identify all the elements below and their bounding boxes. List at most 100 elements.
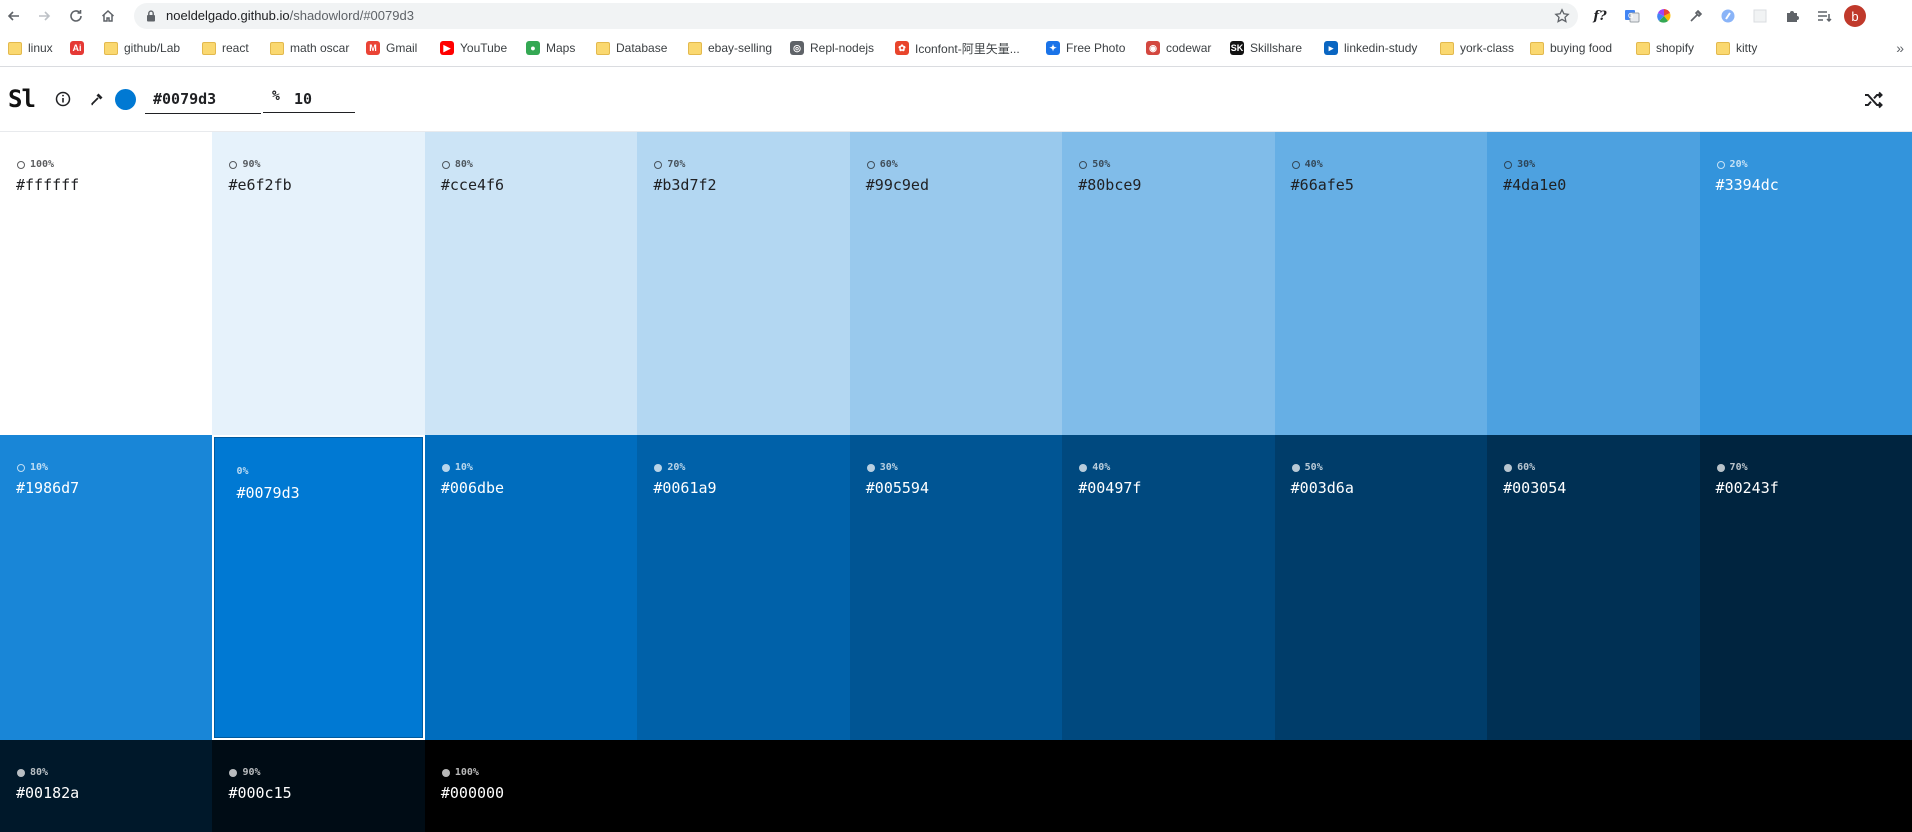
tint-cell[interactable]: 70% #b3d7f2	[637, 132, 850, 435]
shuffle-icon[interactable]	[1862, 89, 1884, 111]
percent-label: 20%	[654, 462, 685, 473]
tint-cell[interactable]: 50% #80bce9	[1062, 132, 1275, 435]
percent-value: 30%	[879, 462, 898, 473]
address-bar[interactable]: noeldelgado.github.io/shadowlord/#0079d3	[134, 3, 1578, 29]
bookmark-item[interactable]: linux	[8, 39, 53, 57]
percent-value: 90%	[242, 767, 261, 778]
hex-value[interactable]: #4da1e0	[1503, 176, 1566, 194]
profile-avatar[interactable]: b	[1844, 5, 1866, 27]
shade-cell[interactable]: 30% #005594	[849, 435, 1063, 740]
bookmark-item[interactable]: SK Skillshare	[1230, 39, 1302, 57]
tint-dot-icon	[1291, 160, 1300, 169]
hex-value[interactable]: #3394dc	[1716, 176, 1779, 194]
hex-value[interactable]: #1986d7	[16, 479, 79, 497]
bookmark-item[interactable]: ● Maps	[526, 39, 575, 57]
puzzle-icon[interactable]	[1780, 4, 1804, 28]
percent-label: 0%	[236, 466, 248, 477]
hex-value[interactable]: #00497f	[1078, 479, 1141, 497]
tint-cell[interactable]: 90% #e6f2fb	[212, 132, 425, 435]
shade-cell[interactable]: 20% #0061a9	[637, 435, 850, 740]
shade-cell[interactable]: 40% #00497f	[1062, 435, 1275, 740]
base-color-cell[interactable]: 0% #0079d3	[212, 435, 425, 740]
star-icon[interactable]	[1554, 8, 1570, 24]
hex-value[interactable]: #000c15	[228, 784, 291, 802]
percent-value: 70%	[1729, 462, 1748, 473]
bookmark-item[interactable]: ▶ YouTube	[440, 39, 507, 57]
tint-dot-icon	[229, 160, 238, 169]
reload-button[interactable]	[64, 4, 88, 28]
bookmark-item[interactable]: M Gmail	[366, 39, 417, 57]
tint-cell[interactable]: 80% #cce4f6	[424, 132, 638, 435]
bookmark-label: buying food	[1550, 41, 1613, 55]
tint-cell[interactable]: 60% #99c9ed	[849, 132, 1063, 435]
hex-value[interactable]: #00182a	[16, 784, 79, 802]
bookmark-item[interactable]: shopify	[1636, 39, 1694, 57]
hex-value[interactable]: #006dbe	[441, 479, 504, 497]
bookmark-item[interactable]: york-class	[1440, 39, 1514, 57]
bookmark-item[interactable]: ◉ codewar	[1146, 39, 1211, 57]
svg-text:G: G	[1628, 13, 1633, 20]
percent-label: 90%	[229, 159, 261, 170]
percent-label: 70%	[654, 159, 685, 170]
hex-value[interactable]: #ffffff	[16, 176, 79, 194]
bookmark-item[interactable]: ▸ linkedin-study	[1324, 39, 1417, 57]
eyedropper-icon[interactable]	[1684, 4, 1708, 28]
shade-cell[interactable]: 10% #006dbe	[424, 435, 638, 740]
home-button[interactable]	[96, 4, 120, 28]
shade-cell[interactable]: 60% #003054	[1487, 435, 1700, 740]
hex-value[interactable]: #0061a9	[653, 479, 716, 497]
bookmark-label: Free Photo	[1066, 41, 1126, 55]
shade-cell[interactable]: 100% #000000	[424, 740, 1912, 832]
forward-button[interactable]	[32, 4, 56, 28]
bookmark-item[interactable]: kitty	[1716, 39, 1757, 57]
tint-cell[interactable]: 10% #1986d7	[0, 435, 213, 740]
reading-list-icon[interactable]	[1812, 4, 1836, 28]
blank-ext-icon[interactable]	[1748, 4, 1772, 28]
hex-value[interactable]: #003d6a	[1291, 479, 1354, 497]
shade-cell[interactable]: 50% #003d6a	[1274, 435, 1488, 740]
fonts-extension[interactable]: f?	[1588, 4, 1612, 28]
bookmarks-more-button[interactable]: »	[1896, 40, 1904, 56]
base-color-swatch[interactable]	[115, 89, 136, 110]
hex-value[interactable]: #b3d7f2	[653, 176, 716, 194]
bookmark-item[interactable]: Database	[596, 39, 667, 57]
tint-cell[interactable]: 20% #3394dc	[1699, 132, 1912, 435]
bookmark-item[interactable]: ✿ Iconfont-阿里矢量...	[895, 39, 1020, 57]
bookmark-item[interactable]: Ai	[70, 39, 90, 57]
bookmark-item[interactable]: math oscar	[270, 39, 349, 57]
hex-value[interactable]: #e6f2fb	[228, 176, 291, 194]
bookmark-item[interactable]: ✦ Free Photo	[1046, 39, 1125, 57]
vpn-icon[interactable]	[1716, 4, 1740, 28]
bookmark-item[interactable]: ◎ Repl-nodejs	[790, 39, 874, 57]
hex-value[interactable]: #003054	[1503, 479, 1566, 497]
tint-cell[interactable]: 40% #66afe5	[1274, 132, 1488, 435]
info-icon[interactable]	[54, 90, 72, 108]
bookmark-item[interactable]: buying food	[1530, 39, 1612, 57]
hex-value[interactable]: #0079d3	[236, 484, 299, 502]
hex-value[interactable]: #cce4f6	[441, 176, 504, 194]
shade-cell[interactable]: 70% #00243f	[1699, 435, 1912, 740]
hex-value[interactable]: #00243f	[1716, 479, 1779, 497]
hex-value[interactable]: #66afe5	[1291, 176, 1354, 194]
color-input[interactable]	[145, 85, 261, 114]
back-button[interactable]	[2, 4, 26, 28]
hex-value[interactable]: #005594	[866, 479, 929, 497]
google-translate-icon[interactable]: G	[1620, 4, 1644, 28]
replit-icon: ◎	[790, 41, 804, 55]
percent-label: 10%	[441, 462, 473, 473]
bookmark-item[interactable]: react	[202, 39, 249, 57]
tint-cell[interactable]: 30% #4da1e0	[1487, 132, 1700, 435]
tint-cell[interactable]: 100% #ffffff	[0, 132, 213, 435]
bookmark-label: react	[222, 41, 249, 55]
percent-value: 60%	[1517, 462, 1536, 473]
bookmark-item[interactable]: github/Lab	[104, 39, 180, 57]
shade-dot-icon	[654, 463, 663, 472]
hex-value[interactable]: #000000	[441, 784, 504, 802]
hex-value[interactable]: #80bce9	[1078, 176, 1141, 194]
url-text[interactable]: noeldelgado.github.io/shadowlord/#0079d3	[166, 8, 414, 23]
color-wheel-icon[interactable]	[1652, 4, 1676, 28]
bookmark-item[interactable]: ebay-selling	[688, 39, 772, 57]
eyedropper-icon[interactable]	[88, 90, 106, 108]
percent-label: 10%	[17, 462, 48, 473]
hex-value[interactable]: #99c9ed	[866, 176, 929, 194]
